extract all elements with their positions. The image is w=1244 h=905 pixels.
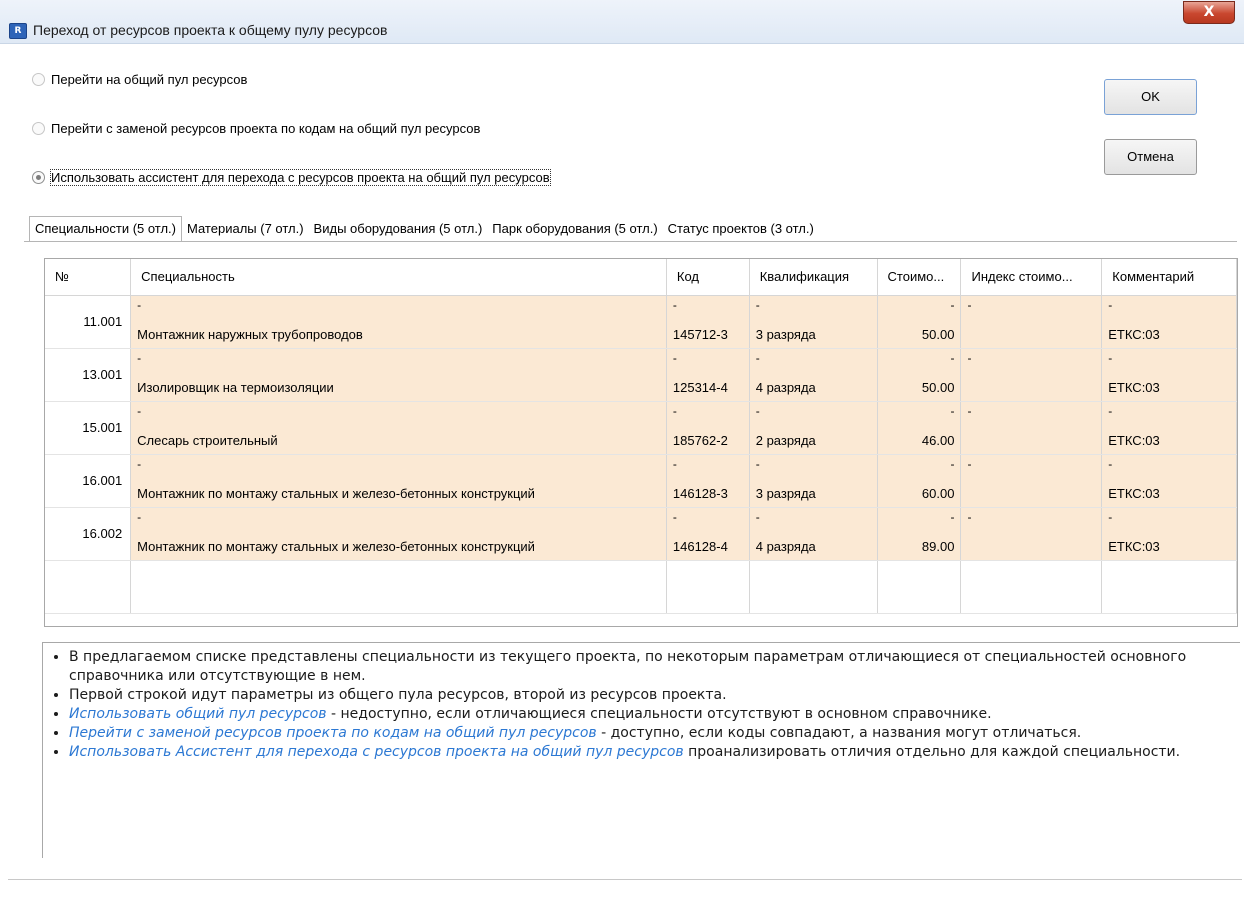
help-link-assistant[interactable]: Использовать Ассистент для перехода с ре… [69,744,684,760]
tab-specialties[interactable]: Специальности (5 отл.) [29,216,183,241]
cell-specialty[interactable]: - Монтажник по монтажу стальных и железо-… [130,507,667,561]
column-header-qualification[interactable]: Квалификация [749,259,878,296]
app-icon: R [9,23,27,39]
option-label: Перейти на общий пул ресурсов [51,71,248,87]
help-panel: В предлагаемом списке представлены специ… [42,642,1240,858]
row-number: 15.001 [45,401,132,455]
cell-comment[interactable]: - ЕТКС:03 [1101,454,1237,508]
cell-comment[interactable]: - ЕТКС:03 [1101,507,1237,561]
help-item: Перейти с заменой ресурсов проекта по ко… [69,724,1230,743]
row-number: 16.002 [45,507,132,561]
cell-specialty[interactable]: - Монтажник наружных трубопроводов [130,295,667,349]
cell-comment[interactable]: - ЕТКС:03 [1101,348,1237,402]
cell-code[interactable]: -145712-3 [666,295,750,349]
table-row[interactable]: 16.002 - Монтажник по монтажу стальных и … [45,507,1237,561]
cell-qualification[interactable]: -2 разряда [749,401,878,455]
cell-cost[interactable]: -50.00 [877,348,962,402]
close-icon: X [1203,4,1215,20]
cell-code[interactable]: -125314-4 [666,348,750,402]
table-row[interactable]: 13.001 - Изолировщик на термоизоляции -12… [45,348,1237,402]
cell-specialty[interactable]: - Слесарь строительный [130,401,667,455]
column-header-code[interactable]: Код [666,259,750,296]
radio-button[interactable] [32,121,45,135]
row-number: 16.001 [45,454,132,508]
cell-cost-index[interactable]: - [960,348,1103,402]
tab-project-status[interactable]: Статус проектов (3 отл.) [663,219,819,241]
cell-specialty[interactable]: - Монтажник по монтажу стальных и железо-… [130,454,667,508]
cell-comment[interactable]: - ЕТКС:03 [1101,401,1237,455]
table-row[interactable]: 11.001 - Монтажник наружных трубопроводов… [45,295,1237,349]
specialties-grid[interactable]: № Специальность Код Квалификация Стоимо.… [44,258,1238,627]
help-item: Использовать общий пул ресурсов - недост… [69,705,1230,724]
help-item: Использовать Ассистент для перехода с ре… [69,743,1230,762]
help-item: Первой строкой идут параметры из общего … [69,686,1230,705]
option-label: Перейти с заменой ресурсов проекта по ко… [51,120,481,136]
cell-cost[interactable]: -50.00 [877,295,962,349]
cell-specialty[interactable]: - Изолировщик на термоизоляции [130,348,667,402]
tab-equipment-types[interactable]: Виды оборудования (5 отл.) [309,219,488,241]
help-item: В предлагаемом списке представлены специ… [69,648,1230,686]
option-replace-by-codes[interactable]: Перейти с заменой ресурсов проекта по ко… [32,118,480,138]
cancel-button[interactable]: Отмена [1104,139,1197,175]
cell-cost-index[interactable]: - [960,454,1103,508]
option-use-assistant[interactable]: Использовать ассистент для перехода с ре… [32,167,551,187]
cell-cost-index[interactable]: - [960,507,1103,561]
cell-cost-index[interactable]: - [960,295,1103,349]
window-title: Переход от ресурсов проекта к общему пул… [33,22,388,38]
tab-strip: Специальности (5 отл.) Материалы (7 отл.… [29,216,819,241]
table-header-row: № Специальность Код Квалификация Стоимо.… [45,259,1237,296]
tab-materials[interactable]: Материалы (7 отл.) [182,219,309,241]
ok-button[interactable]: OK [1104,79,1197,115]
help-link-common-pool[interactable]: Использовать общий пул ресурсов [69,706,327,722]
close-button[interactable]: X [1183,1,1235,24]
cell-comment[interactable]: - ЕТКС:03 [1101,295,1237,349]
cell-qualification[interactable]: -3 разряда [749,295,878,349]
cell-code[interactable]: -185762-2 [666,401,750,455]
title-bar[interactable]: R Переход от ресурсов проекта к общему п… [0,0,1244,44]
cell-qualification[interactable]: -4 разряда [749,348,878,402]
option-use-common-pool[interactable]: Перейти на общий пул ресурсов [32,69,247,89]
radio-button-checked[interactable] [32,170,45,184]
data-table: № Специальность Код Квалификация Стоимо.… [45,259,1237,614]
cell-cost-index[interactable]: - [960,401,1103,455]
cell-qualification[interactable]: -3 разряда [749,454,878,508]
cell-code[interactable]: -146128-4 [666,507,750,561]
radio-button[interactable] [32,72,45,86]
column-header-number[interactable]: № [45,259,132,296]
dialog-window: R Переход от ресурсов проекта к общему п… [0,0,1244,905]
option-label: Использовать ассистент для перехода с ре… [50,168,551,186]
bottom-divider [8,879,1242,880]
tab-equipment-park[interactable]: Парк оборудования (5 отл.) [487,219,662,241]
cell-cost[interactable]: -89.00 [877,507,962,561]
cell-cost[interactable]: -46.00 [877,401,962,455]
column-header-cost-index[interactable]: Индекс стоимо... [960,259,1103,296]
column-header-comment[interactable]: Комментарий [1101,259,1237,296]
row-number: 13.001 [45,348,132,402]
cell-cost[interactable]: -60.00 [877,454,962,508]
cell-code[interactable]: -146128-3 [666,454,750,508]
cell-qualification[interactable]: -4 разряда [749,507,878,561]
table-row[interactable]: 16.001 - Монтажник по монтажу стальных и … [45,454,1237,508]
row-number: 11.001 [45,295,132,349]
help-link-replace-by-codes[interactable]: Перейти с заменой ресурсов проекта по ко… [69,725,597,741]
column-header-cost[interactable]: Стоимо... [877,259,962,296]
column-header-specialty[interactable]: Специальность [130,259,667,296]
empty-row [45,560,1237,614]
table-row[interactable]: 15.001 - Слесарь строительный -185762-2 -… [45,401,1237,455]
